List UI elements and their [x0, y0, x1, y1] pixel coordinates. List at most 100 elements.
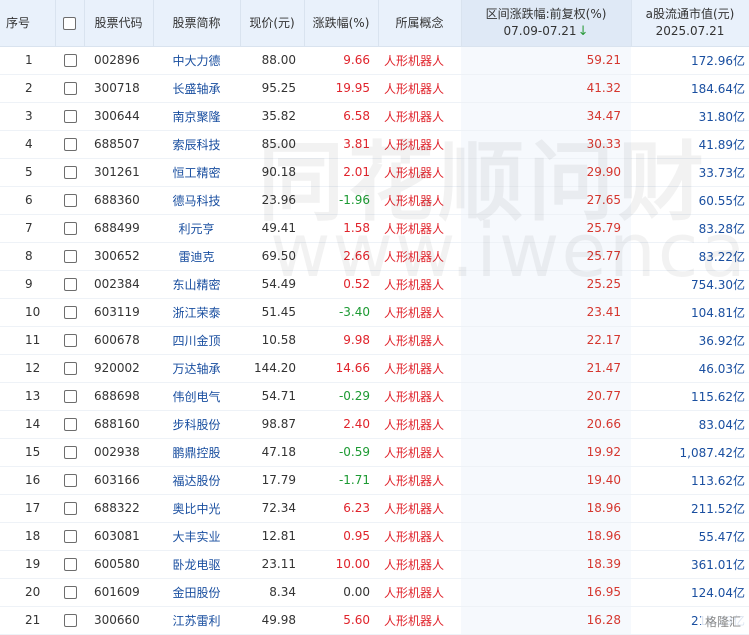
concept-tag[interactable]: 人形机器人 [378, 382, 461, 411]
stock-code[interactable]: 603166 [84, 466, 153, 495]
stock-code[interactable]: 688322 [84, 494, 153, 523]
row-checkbox-cell[interactable] [55, 214, 84, 243]
row-checkbox[interactable] [64, 194, 77, 207]
row-checkbox-cell[interactable] [55, 438, 84, 467]
row-checkbox[interactable] [64, 474, 77, 487]
header-market-cap[interactable]: a股流通市值(元) 2025.07.21 [631, 0, 749, 47]
stock-name-link[interactable]: 中大力德 [153, 46, 240, 75]
stock-code[interactable]: 600678 [84, 326, 153, 355]
row-checkbox-cell[interactable] [55, 242, 84, 271]
row-checkbox[interactable] [64, 222, 77, 235]
table-row[interactable]: 19 600580 卧龙电驱 23.11 10.00 人形机器人 18.39 361.01亿 [0, 550, 749, 579]
stock-code[interactable]: 301261 [84, 158, 153, 187]
stock-code[interactable]: 603119 [84, 298, 153, 327]
stock-name-link[interactable]: 南京聚隆 [153, 102, 240, 131]
stock-code[interactable]: 688507 [84, 130, 153, 159]
concept-tag[interactable]: 人形机器人 [378, 466, 461, 495]
concept-tag[interactable]: 人形机器人 [378, 298, 461, 327]
stock-name-link[interactable]: 福达股份 [153, 466, 240, 495]
table-row[interactable]: 2 300718 长盛轴承 95.25 19.95 人形机器人 41.32 184.64亿 [0, 74, 749, 103]
table-row[interactable]: 10 603119 浙江荣泰 51.45 -3.40 人形机器人 23.41 104.81亿 [0, 298, 749, 327]
row-checkbox-cell[interactable] [55, 522, 84, 551]
stock-code[interactable]: 002938 [84, 438, 153, 467]
stock-name-link[interactable]: 伟创电气 [153, 382, 240, 411]
table-row[interactable]: 16 603166 福达股份 17.79 -1.71 人形机器人 19.40 113.62亿 [0, 466, 749, 495]
row-checkbox[interactable] [64, 530, 77, 543]
stock-name-link[interactable]: 四川金顶 [153, 326, 240, 355]
table-row[interactable]: 12 920002 万达轴承 144.20 14.66 人形机器人 21.47 46.03亿 [0, 354, 749, 383]
row-checkbox-cell[interactable] [55, 578, 84, 607]
stock-name-link[interactable]: 索辰科技 [153, 130, 240, 159]
table-row[interactable]: 7 688499 利元亨 49.41 1.58 人形机器人 25.79 83.28亿 [0, 214, 749, 243]
stock-code[interactable]: 300660 [84, 606, 153, 635]
stock-name-link[interactable]: 浙江荣泰 [153, 298, 240, 327]
row-checkbox-cell[interactable] [55, 186, 84, 215]
row-checkbox-cell[interactable] [55, 46, 84, 75]
row-checkbox-cell[interactable] [55, 298, 84, 327]
stock-code[interactable]: 688160 [84, 410, 153, 439]
header-concept[interactable]: 所属概念 [378, 0, 462, 47]
header-price[interactable]: 现价(元) [240, 0, 305, 47]
table-row[interactable]: 8 300652 雷迪克 69.50 2.66 人形机器人 25.77 83.22亿 [0, 242, 749, 271]
row-checkbox-cell[interactable] [55, 326, 84, 355]
row-checkbox[interactable] [64, 82, 77, 95]
row-checkbox-cell[interactable] [55, 494, 84, 523]
row-checkbox[interactable] [64, 586, 77, 599]
stock-code[interactable]: 601609 [84, 578, 153, 607]
concept-tag[interactable]: 人形机器人 [378, 354, 461, 383]
table-row[interactable]: 18 603081 大丰实业 12.81 0.95 人形机器人 18.96 55.47亿 [0, 522, 749, 551]
concept-tag[interactable]: 人形机器人 [378, 130, 461, 159]
row-checkbox[interactable] [64, 362, 77, 375]
stock-name-link[interactable]: 卧龙电驱 [153, 550, 240, 579]
stock-name-link[interactable]: 万达轴承 [153, 354, 240, 383]
stock-code[interactable]: 002896 [84, 46, 153, 75]
table-row[interactable]: 5 301261 恒工精密 90.18 2.01 人形机器人 29.90 33.73亿 [0, 158, 749, 187]
row-checkbox[interactable] [64, 278, 77, 291]
row-checkbox-cell[interactable] [55, 354, 84, 383]
stock-name-link[interactable]: 大丰实业 [153, 522, 240, 551]
stock-code[interactable]: 603081 [84, 522, 153, 551]
stock-code[interactable]: 688360 [84, 186, 153, 215]
table-row[interactable]: 9 002384 东山精密 54.49 0.52 人形机器人 25.25 754.30亿 [0, 270, 749, 299]
concept-tag[interactable]: 人形机器人 [378, 606, 461, 635]
stock-name-link[interactable]: 雷迪克 [153, 242, 240, 271]
stock-name-link[interactable]: 长盛轴承 [153, 74, 240, 103]
concept-tag[interactable]: 人形机器人 [378, 410, 461, 439]
concept-tag[interactable]: 人形机器人 [378, 74, 461, 103]
concept-tag[interactable]: 人形机器人 [378, 522, 461, 551]
concept-tag[interactable]: 人形机器人 [378, 494, 461, 523]
select-all-checkbox[interactable] [63, 16, 76, 30]
sort-desc-icon[interactable]: ↓ [578, 24, 589, 39]
stock-name-link[interactable]: 江苏雷利 [153, 606, 240, 635]
concept-tag[interactable]: 人形机器人 [378, 326, 461, 355]
header-name[interactable]: 股票简称 [153, 0, 241, 47]
table-row[interactable]: 21300660江苏雷利49.985.60人形机器人16.28216.29亿 [0, 606, 749, 635]
row-checkbox-cell[interactable] [55, 466, 84, 495]
table-row[interactable]: 17 688322 奥比中光 72.34 6.23 人形机器人 18.96 211.52亿 [0, 494, 749, 523]
row-checkbox-cell[interactable] [55, 74, 84, 103]
header-range-change[interactable]: 区间涨跌幅:前复权(%) 07.09-07.21↓ [461, 0, 632, 47]
stock-name-link[interactable]: 德马科技 [153, 186, 240, 215]
stock-name-link[interactable]: 金田股份 [153, 578, 240, 607]
row-checkbox-cell[interactable] [55, 550, 84, 579]
row-checkbox[interactable] [64, 138, 77, 151]
row-checkbox[interactable] [64, 110, 77, 123]
stock-name-link[interactable]: 东山精密 [153, 270, 240, 299]
concept-tag[interactable]: 人形机器人 [378, 214, 461, 243]
stock-code[interactable]: 600580 [84, 550, 153, 579]
row-checkbox[interactable] [64, 418, 77, 431]
row-checkbox-cell[interactable] [55, 606, 84, 635]
concept-tag[interactable]: 人形机器人 [378, 438, 461, 467]
row-checkbox-cell[interactable] [55, 158, 84, 187]
row-checkbox[interactable] [64, 558, 77, 571]
row-checkbox[interactable] [64, 306, 77, 319]
row-checkbox-cell[interactable] [55, 410, 84, 439]
stock-name-link[interactable]: 利元亨 [153, 214, 240, 243]
concept-tag[interactable]: 人形机器人 [378, 46, 461, 75]
stock-code[interactable]: 688499 [84, 214, 153, 243]
table-row[interactable]: 15 002938 鹏鼎控股 47.18 -0.59 人形机器人 19.92 1,087.42… [0, 438, 749, 467]
row-checkbox-cell[interactable] [55, 382, 84, 411]
row-checkbox[interactable] [64, 614, 77, 627]
stock-name-link[interactable]: 奥比中光 [153, 494, 240, 523]
row-checkbox-cell[interactable] [55, 270, 84, 299]
